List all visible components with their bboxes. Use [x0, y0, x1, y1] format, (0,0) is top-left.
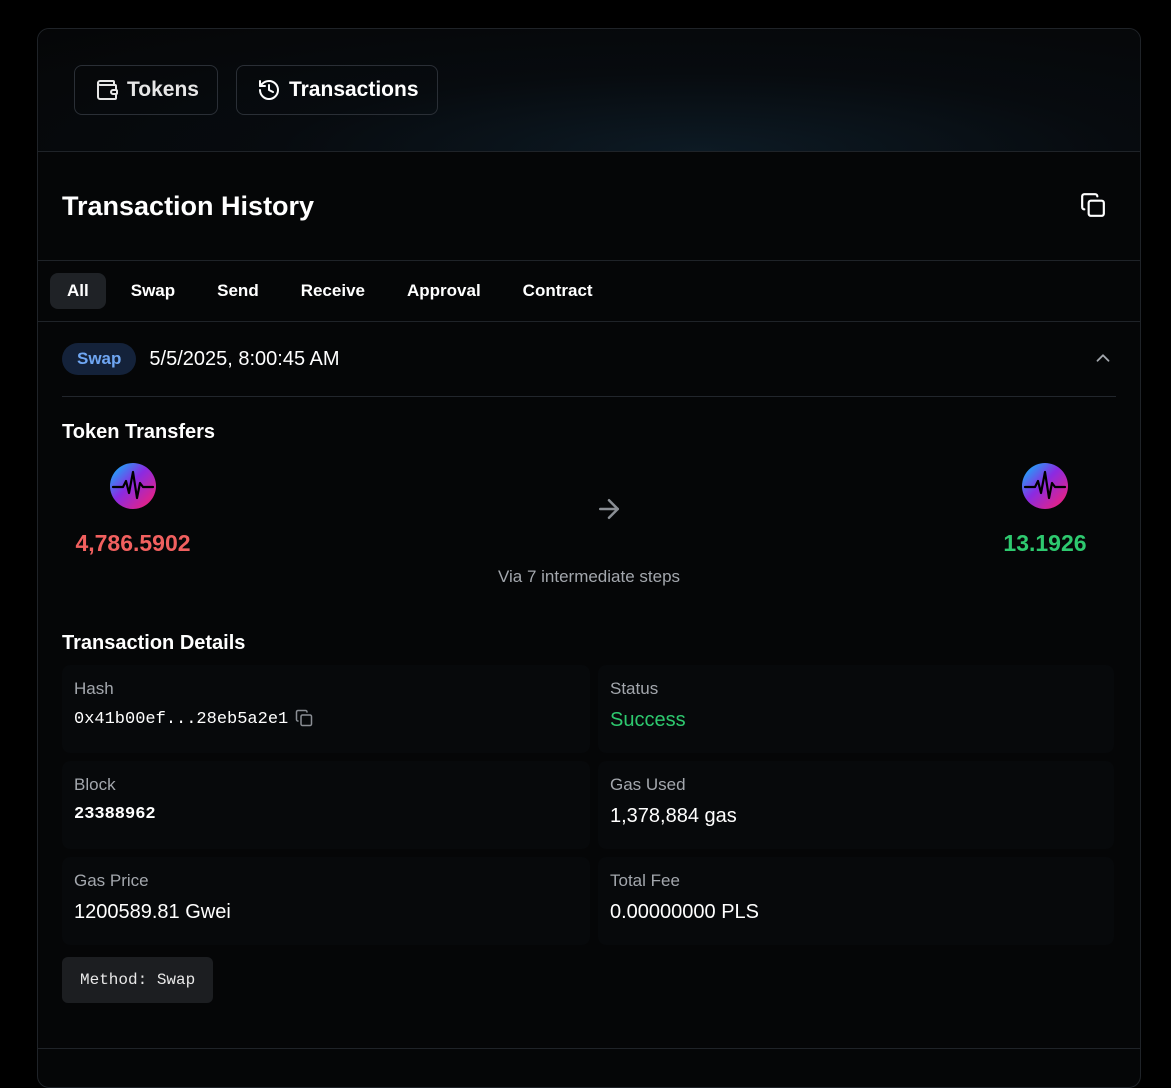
transaction-details-title: Transaction Details	[62, 632, 246, 654]
type-badge: Swap	[62, 343, 137, 375]
transactions-button[interactable]: Transactions	[235, 65, 438, 115]
top-nav: Tokens Transactions	[38, 29, 1140, 152]
transactions-label: Transactions	[288, 78, 419, 101]
status-label: Status	[610, 679, 659, 698]
to-amount: 13.1926	[1003, 530, 1087, 556]
gas-price-cell: Gas Price 1200589.81 Gwei	[62, 857, 590, 945]
divider	[38, 1048, 1140, 1049]
pulse-logo-icon	[1021, 462, 1069, 515]
status-value: Success	[610, 709, 686, 731]
token-transfers-title: Token Transfers	[62, 421, 216, 443]
filter-receive[interactable]: Receive	[284, 273, 382, 309]
filter-approval[interactable]: Approval	[390, 273, 498, 309]
copy-all-button[interactable]	[1076, 188, 1110, 225]
filter-tabs: All Swap Send Receive Approval Contract	[38, 261, 1140, 322]
history-icon	[257, 78, 281, 102]
transaction-header[interactable]: Swap 5/5/2025, 8:00:45 AM	[62, 322, 1116, 397]
block-cell: Block 23388962	[62, 761, 590, 849]
gas-used-cell: Gas Used 1,378,884 gas	[598, 761, 1114, 849]
total-fee-cell: Total Fee 0.00000000 PLS	[598, 857, 1114, 945]
arrow-right-icon	[594, 494, 624, 529]
pulse-logo-icon	[109, 462, 157, 515]
block-label: Block	[74, 775, 116, 794]
gas-used-value: 1,378,884 gas	[610, 805, 737, 827]
gas-price-value: 1200589.81 Gwei	[74, 901, 231, 923]
transaction-datetime: 5/5/2025, 8:00:45 AM	[149, 347, 340, 370]
wallet-icon	[95, 78, 119, 102]
chevron-up-icon	[1092, 353, 1114, 372]
to-token: 13.1926	[980, 462, 1110, 557]
copy-icon	[295, 709, 313, 730]
filter-contract[interactable]: Contract	[506, 273, 610, 309]
hash-label: Hash	[74, 679, 114, 698]
transaction-item: Swap 5/5/2025, 8:00:45 AM Token Transfer…	[38, 322, 1140, 1003]
copy-hash-button[interactable]	[295, 709, 313, 730]
route-steps-text: Via 7 intermediate steps	[497, 567, 681, 586]
from-token: 4,786.5902	[68, 462, 198, 557]
status-cell: Status Success	[598, 665, 1114, 753]
filter-send[interactable]: Send	[200, 273, 276, 309]
filter-swap[interactable]: Swap	[114, 273, 192, 309]
tokens-label: Tokens	[127, 78, 199, 101]
page-title: Transaction History	[62, 190, 315, 221]
from-amount: 4,786.5902	[75, 530, 191, 556]
tokens-button[interactable]: Tokens	[74, 65, 218, 115]
gas-price-label: Gas Price	[74, 871, 149, 890]
block-value: 23388962	[74, 805, 156, 824]
collapse-button[interactable]	[1088, 343, 1118, 376]
gas-used-label: Gas Used	[610, 775, 686, 794]
method-badge: Method: Swap	[62, 957, 214, 1003]
history-header: Transaction History	[38, 152, 1140, 261]
wallet-card: Tokens Transactions Transaction History	[37, 28, 1141, 1088]
copy-icon	[1080, 192, 1106, 221]
details-grid: Hash 0x41b00ef...28eb5a2e1 Status Succes…	[62, 665, 1116, 945]
hash-cell: Hash 0x41b00ef...28eb5a2e1	[62, 665, 590, 753]
token-transfers: 4,786.5902 13.1926 Via 7 intermediate st…	[62, 450, 1116, 620]
total-fee-value: 0.00000000 PLS	[610, 901, 760, 923]
total-fee-label: Total Fee	[610, 871, 680, 890]
hash-value: 0x41b00ef...28eb5a2e1	[74, 710, 289, 729]
transaction-summary: Swap 5/5/2025, 8:00:45 AM	[62, 343, 340, 375]
hash-row: 0x41b00ef...28eb5a2e1	[74, 709, 578, 730]
filter-all[interactable]: All	[50, 273, 106, 309]
